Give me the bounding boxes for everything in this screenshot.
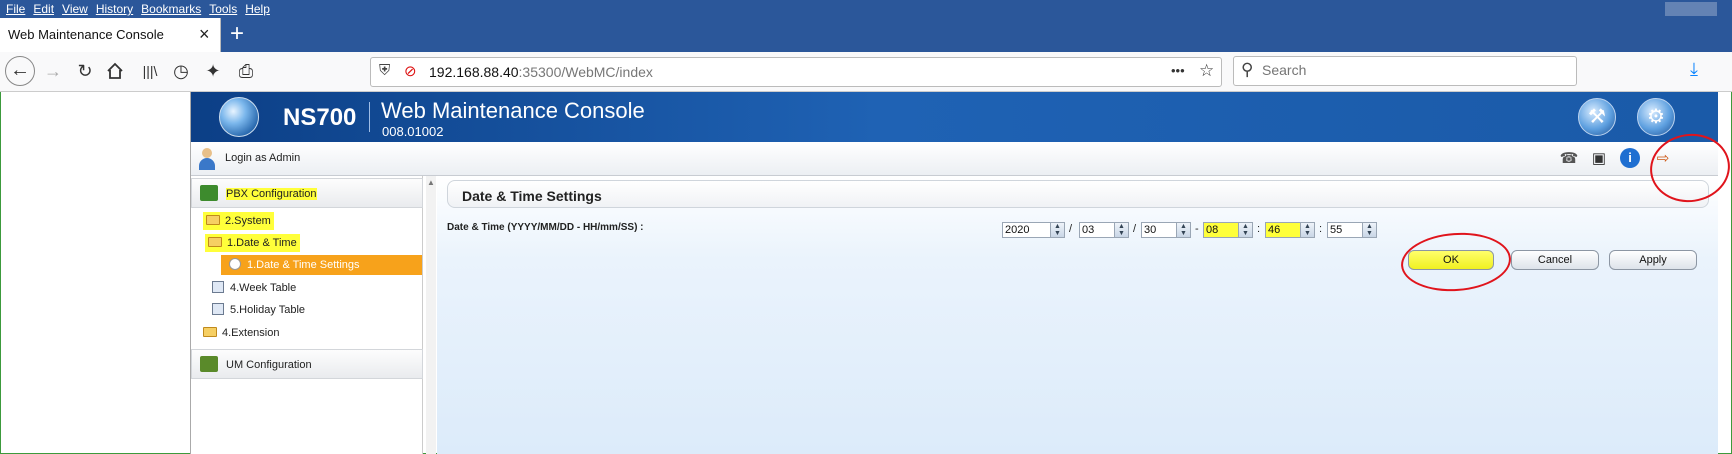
apply-button[interactable]: Apply <box>1609 250 1697 270</box>
main-content: Date & Time Settings Date & Time (YYYY/M… <box>437 176 1718 454</box>
back-arrow-icon[interactable]: ← <box>5 56 35 86</box>
folder-icon <box>206 215 220 225</box>
sidebar-section-pbx-configuration[interactable]: PBX Configuration <box>191 178 423 208</box>
shield-icon[interactable]: ⛨ <box>379 62 390 79</box>
search-icon: ⚲ <box>1241 60 1254 79</box>
tree-item-holiday-table[interactable]: 5.Holiday Table <box>209 301 308 319</box>
url-bar[interactable]: ⛨ ⊘ 192.168.88.40:35300/WebMC/index ••• … <box>370 57 1222 87</box>
insecure-lock-icon[interactable]: ⊘ <box>404 62 417 80</box>
tree-item-date-time[interactable]: 1.Date & Time <box>205 234 300 252</box>
user-icon <box>199 148 215 170</box>
tree-item-date-time-settings[interactable]: 1.Date & Time Settings <box>221 255 422 275</box>
year-spinner[interactable]: 2020 ▲ ▼ <box>1002 222 1065 238</box>
telephone-icon[interactable]: ☎ <box>1558 148 1580 170</box>
window-controls[interactable] <box>1665 2 1717 16</box>
tab-web-maintenance-console[interactable]: Web Maintenance Console × <box>0 18 221 52</box>
time-separator: : <box>1257 223 1261 235</box>
menu-help[interactable]: Help <box>243 0 276 18</box>
table-icon <box>212 281 224 293</box>
date-time-separator: - <box>1195 223 1199 235</box>
folder-icon <box>203 327 217 337</box>
spinner-arrows-icon[interactable]: ▲ ▼ <box>1238 223 1252 237</box>
date-separator: / <box>1133 223 1137 235</box>
reload-icon[interactable]: ↻ <box>72 58 98 84</box>
forward-arrow-icon[interactable]: → <box>40 58 66 84</box>
date-separator: / <box>1069 223 1073 235</box>
settings-gear-icon[interactable]: ⚙ <box>1637 98 1675 136</box>
app-toolbar: Login as Admin ☎ ▣ i ⇨ <box>191 142 1718 176</box>
menu-bar: File Edit View History Bookmarks Tools H… <box>0 0 1732 18</box>
menu-history[interactable]: History <box>94 0 139 18</box>
menu-edit[interactable]: Edit <box>31 0 60 18</box>
time-separator: : <box>1319 223 1323 235</box>
save-disk-icon[interactable]: ▣ <box>1588 148 1610 170</box>
extensions-puzzle-icon[interactable]: ✦ <box>200 58 226 84</box>
sidebar-scrollbar[interactable]: ▲ <box>426 176 436 454</box>
tab-strip: Web Maintenance Console × + <box>0 18 1732 52</box>
sidebar-section-label: UM Configuration <box>226 359 312 371</box>
menu-bookmarks[interactable]: Bookmarks <box>139 0 207 18</box>
url-text[interactable]: 192.168.88.40:35300/WebMC/index <box>429 64 653 80</box>
library-icon[interactable]: |||\ <box>137 58 163 84</box>
tools-wrench-icon[interactable]: ⚒ <box>1578 98 1616 136</box>
sidebar-section-um-configuration[interactable]: UM Configuration <box>191 349 423 379</box>
spinner-arrows-icon[interactable]: ▲ ▼ <box>1050 223 1064 237</box>
sidebar-section-label: PBX Configuration <box>226 188 317 200</box>
download-icon[interactable]: ⤓ <box>1690 59 1698 80</box>
scroll-up-icon[interactable]: ▲ <box>427 178 435 187</box>
menu-file[interactable]: File <box>4 0 31 18</box>
menu-tools[interactable]: Tools <box>207 0 243 18</box>
spinner-arrows-icon[interactable]: ▲ ▼ <box>1114 223 1128 237</box>
app-banner: NS700 Web Maintenance Console 008.01002 … <box>191 92 1718 142</box>
panel-header: Date & Time Settings <box>447 180 1709 208</box>
spinner-arrows-icon[interactable]: ▲ ▼ <box>1300 223 1314 237</box>
history-clock-icon[interactable]: ◷ <box>168 58 194 84</box>
tree-item-extension[interactable]: 4.Extension <box>200 324 282 342</box>
print-icon[interactable]: ⎙ <box>233 58 259 84</box>
home-icon[interactable] <box>102 58 128 84</box>
clock-settings-icon <box>229 258 241 270</box>
pbx-config-icon <box>200 185 218 201</box>
banner-divider <box>369 102 370 132</box>
month-spinner[interactable]: 03 ▲ ▼ <box>1079 222 1129 238</box>
hour-spinner[interactable]: 08 ▲ ▼ <box>1203 222 1253 238</box>
tab-close-icon[interactable]: × <box>199 24 210 45</box>
menu-view[interactable]: View <box>60 0 94 18</box>
panel-title: Date & Time Settings <box>462 188 602 204</box>
um-config-icon <box>200 356 218 372</box>
page-actions-icon[interactable]: ••• <box>1171 63 1185 78</box>
second-spinner[interactable]: 55 ▲ ▼ <box>1327 222 1377 238</box>
sidebar-navigation: PBX Configuration 2.System 1.Date & Time… <box>191 176 423 454</box>
datetime-field-label: Date & Time (YYYY/MM/DD - HH/mm/SS) : <box>447 222 644 233</box>
brand-name: NS700 <box>283 104 357 131</box>
tab-title: Web Maintenance Console <box>8 27 164 42</box>
day-spinner[interactable]: 30 ▲ ▼ <box>1141 222 1191 238</box>
info-icon[interactable]: i <box>1620 148 1640 168</box>
spinner-arrows-icon[interactable]: ▲ ▼ <box>1362 223 1376 237</box>
tree-item-week-table[interactable]: 4.Week Table <box>209 279 299 297</box>
bookmark-star-icon[interactable]: ☆ <box>1199 61 1214 81</box>
minute-spinner[interactable]: 46 ▲ ▼ <box>1265 222 1315 238</box>
spinner-arrows-icon[interactable]: ▲ ▼ <box>1176 223 1190 237</box>
login-status: Login as Admin <box>225 152 301 164</box>
cancel-button[interactable]: Cancel <box>1511 250 1599 270</box>
tree-item-system[interactable]: 2.System <box>203 212 274 230</box>
search-bar[interactable]: ⚲ <box>1233 56 1577 86</box>
search-input[interactable] <box>1262 62 1562 78</box>
navigation-bar: ← → ↻ |||\ ◷ ✦ ⎙ ⛨ ⊘ 192.168.88.40:35300… <box>0 52 1732 92</box>
calendar-icon <box>212 303 224 315</box>
folder-icon <box>208 237 222 247</box>
app-version: 008.01002 <box>382 124 444 139</box>
new-tab-button[interactable]: + <box>230 20 244 48</box>
globe-logo-icon <box>219 97 259 137</box>
app-title: Web Maintenance Console <box>381 98 645 123</box>
